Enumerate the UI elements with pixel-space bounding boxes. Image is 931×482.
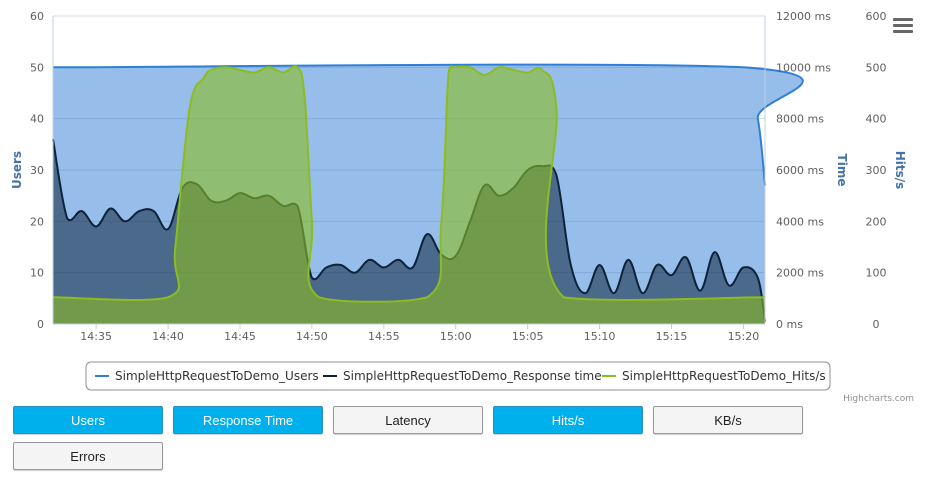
y-tick-label-time: 10000 ms (776, 61, 831, 74)
y-tick-label-users: 0 (37, 318, 44, 331)
x-tick-label: 15:05 (512, 330, 544, 343)
x-tick-label: 14:40 (152, 330, 184, 343)
series-layer (52, 63, 804, 325)
y-tick-label-time: 2000 ms (776, 267, 824, 280)
y-tick-label-hits: 400 (866, 113, 887, 126)
y-tick-label-hits: 200 (866, 215, 887, 228)
y-axis-title-hits: Hits/s (893, 151, 907, 190)
y-axis-title-time: Time (835, 154, 849, 187)
x-tick-label: 14:35 (80, 330, 112, 343)
y-tick-label-users: 30 (30, 164, 44, 177)
y-tick-label-hits: 300 (866, 164, 887, 177)
y-tick-label-time: 12000 ms (776, 10, 831, 23)
chart-menu-icon[interactable] (893, 18, 913, 36)
x-tick-label: 15:20 (728, 330, 760, 343)
y-tick-label-hits: 0 (873, 318, 880, 331)
y-tick-label-time: 0 ms (776, 318, 803, 331)
y-tick-label-time: 8000 ms (776, 113, 824, 126)
x-tick-label: 14:45 (224, 330, 256, 343)
y-tick-label-users: 40 (30, 113, 44, 126)
y-tick-label-time: 4000 ms (776, 215, 824, 228)
x-tick-label: 15:10 (584, 330, 616, 343)
legend[interactable]: SimpleHttpRequestToDemo_Users SimpleHttpR… (85, 361, 831, 391)
y-tick-label-hits: 500 (866, 61, 887, 74)
y-tick-label-time: 6000 ms (776, 164, 824, 177)
y-tick-label-users: 50 (30, 61, 44, 74)
y-tick-label-users: 20 (30, 215, 44, 228)
legend-item-label: SimpleHttpRequestToDemo_Hits/s (622, 369, 826, 383)
x-tick-label: 15:15 (656, 330, 688, 343)
y-tick-label-users: 10 (30, 267, 44, 280)
users-button[interactable]: Users (13, 406, 163, 434)
y-tick-label-users: 60 (30, 10, 44, 23)
chart: 0102030405060Users0 ms2000 ms4000 ms6000… (10, 10, 914, 404)
x-tick-label: 14:50 (296, 330, 328, 343)
kb-per-second-button[interactable]: KB/s (653, 406, 803, 434)
menu-bar-icon (893, 30, 913, 33)
y-axis-title-users: Users (10, 151, 24, 189)
hits-per-second-button[interactable]: Hits/s (493, 406, 643, 434)
y-tick-label-hits: 100 (866, 267, 887, 280)
errors-button[interactable]: Errors (13, 442, 163, 470)
menu-bar-icon (893, 18, 913, 21)
legend-item-label: SimpleHttpRequestToDemo_Users (115, 369, 319, 383)
y-tick-label-hits: 600 (866, 10, 887, 23)
x-tick-label: 15:00 (440, 330, 472, 343)
x-tick-label: 14:55 (368, 330, 400, 343)
menu-bar-icon (893, 24, 913, 27)
legend-item-label: SimpleHttpRequestToDemo_Response time (343, 369, 602, 383)
latency-button[interactable]: Latency (333, 406, 483, 434)
response-time-button[interactable]: Response Time (173, 406, 323, 434)
credits-text[interactable]: Highcharts.com (843, 394, 914, 404)
